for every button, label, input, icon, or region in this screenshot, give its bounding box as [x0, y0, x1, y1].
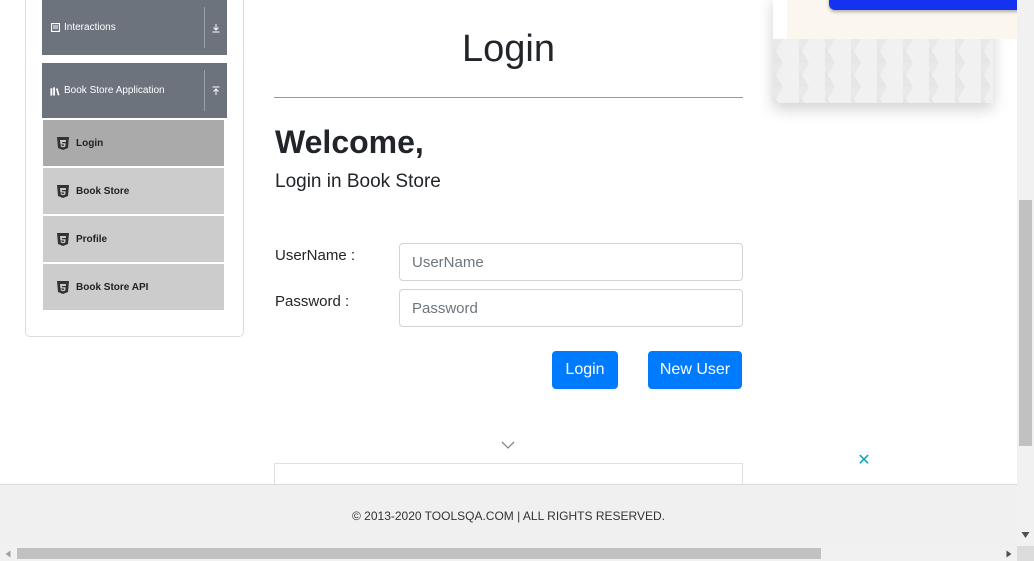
ad-pattern	[773, 39, 993, 103]
horizontal-scrollbar[interactable]	[0, 546, 1017, 561]
divider	[204, 7, 205, 48]
group-interactions[interactable]: Interactions	[42, 0, 227, 55]
page-title: Login	[462, 28, 555, 70]
library-icon	[50, 86, 60, 96]
login-button[interactable]: Login	[552, 351, 618, 389]
html5-icon	[57, 232, 69, 246]
title-divider	[274, 97, 743, 98]
divider	[204, 70, 205, 111]
username-input[interactable]	[399, 243, 743, 281]
group-book-store-application[interactable]: Book Store Application	[42, 63, 227, 118]
username-label: UserName :	[275, 247, 356, 264]
html5-icon	[57, 136, 69, 150]
vertical-scroll-thumb[interactable]	[1019, 200, 1032, 446]
vertical-scrollbar[interactable]	[1017, 0, 1034, 546]
html5-icon	[57, 280, 69, 294]
password-input[interactable]	[399, 289, 743, 327]
html5-icon	[57, 184, 69, 198]
password-label: Password :	[275, 293, 350, 310]
group-book-store-label: Book Store Application	[64, 85, 165, 96]
new-user-button[interactable]: New User	[648, 351, 742, 389]
ad-cta-button[interactable]	[829, 0, 1029, 10]
sidebar-item-label: Profile	[76, 233, 108, 245]
subtitle: Login in Book Store	[275, 171, 441, 192]
chevron-down-icon[interactable]	[500, 440, 516, 450]
scroll-left-arrow-icon[interactable]	[5, 550, 11, 558]
sidebar-item-book-store[interactable]: Book Store	[43, 168, 224, 214]
footer: © 2013-2020 TOOLSQA.COM | ALL RIGHTS RES…	[0, 484, 1017, 546]
ad-close-icon[interactable]: ✕	[857, 453, 871, 469]
download-arrow-icon[interactable]	[210, 22, 222, 34]
sidebar-item-label: Book Store	[76, 185, 130, 197]
sidebar-item-profile[interactable]: Profile	[43, 216, 224, 262]
sidebar-item-book-store-api[interactable]: Book Store API	[43, 264, 224, 310]
group-interactions-label: Interactions	[64, 22, 116, 33]
copyright-text: © 2013-2020 TOOLSQA.COM | ALL RIGHTS RES…	[352, 509, 665, 523]
welcome-heading: Welcome,	[275, 124, 424, 160]
horizontal-scroll-thumb[interactable]	[17, 548, 821, 559]
sidebar-item-login[interactable]: Login	[43, 120, 224, 166]
list-icon	[50, 23, 60, 33]
sidebar-item-label: Login	[76, 137, 104, 149]
scroll-right-arrow-icon[interactable]	[1006, 550, 1012, 558]
sidebar-item-label: Book Store API	[76, 281, 149, 293]
scroll-down-arrow-icon[interactable]	[1021, 531, 1030, 539]
upload-arrow-icon[interactable]	[210, 85, 222, 97]
scrollbar-corner	[1017, 546, 1034, 561]
